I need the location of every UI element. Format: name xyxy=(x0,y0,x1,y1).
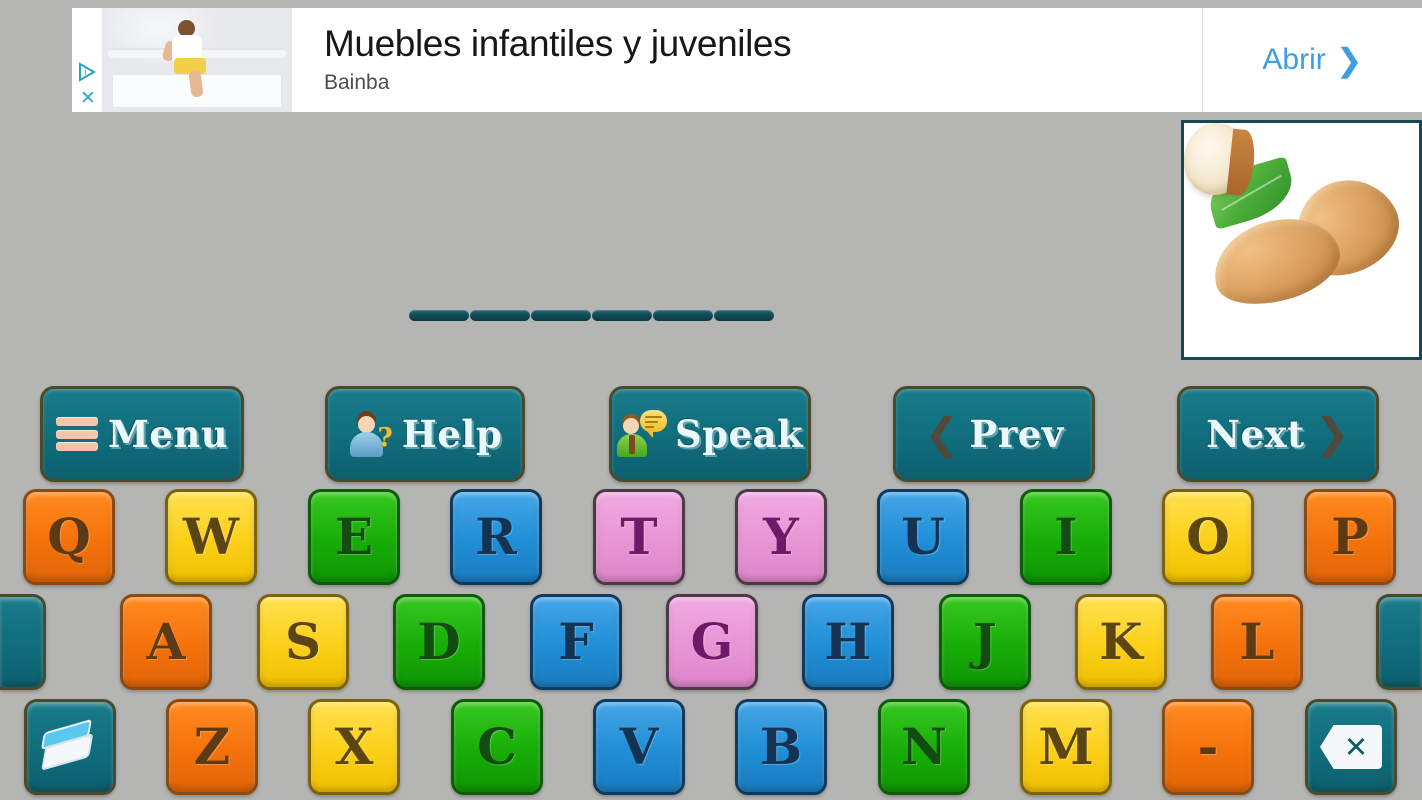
key-p[interactable]: P xyxy=(1304,489,1396,585)
letter-slot xyxy=(470,310,530,321)
key-c[interactable]: C xyxy=(451,699,543,795)
ad-cta-label: Abrir xyxy=(1262,43,1326,76)
key-k[interactable]: K xyxy=(1075,594,1167,690)
key-l[interactable]: L xyxy=(1211,594,1303,690)
key-r[interactable]: R xyxy=(450,489,542,585)
ad-advertiser: Bainba xyxy=(324,71,390,94)
edge-key-left[interactable] xyxy=(0,594,46,690)
action-button-bar: Menu ? Help Speak ❮ Prev Next ❯ xyxy=(0,386,1422,482)
key-z[interactable]: Z xyxy=(166,699,258,795)
adchoices-icon[interactable]: i xyxy=(78,62,98,82)
key-j[interactable]: J xyxy=(939,594,1031,690)
next-button-label: Next xyxy=(1206,412,1305,456)
key-v[interactable]: V xyxy=(593,699,685,795)
key-d[interactable]: D xyxy=(393,594,485,690)
speak-button[interactable]: Speak xyxy=(609,386,811,482)
keyboard-row-2: A S D F G H J K L xyxy=(0,594,1422,699)
help-button-label: Help xyxy=(401,412,503,456)
key-b[interactable]: B xyxy=(735,699,827,795)
chevron-right-icon: ❯ xyxy=(1335,42,1363,78)
on-screen-keyboard: Q W E R T Y U I O P A S D F G H J K L Z … xyxy=(0,489,1422,800)
close-icon[interactable]: ✕ xyxy=(79,89,97,108)
almond-shape-half xyxy=(1184,123,1252,199)
key-f[interactable]: F xyxy=(530,594,622,690)
eraser-key[interactable] xyxy=(24,699,116,795)
key-a[interactable]: A xyxy=(120,594,212,690)
key-n[interactable]: N xyxy=(878,699,970,795)
menu-button-label: Menu xyxy=(107,412,229,456)
letter-slot xyxy=(653,310,713,321)
puzzle-picture-card[interactable] xyxy=(1181,120,1422,360)
edge-key-right[interactable] xyxy=(1376,594,1422,690)
eraser-icon xyxy=(36,717,104,777)
menu-button[interactable]: Menu xyxy=(40,386,244,482)
person-question-icon: ? xyxy=(348,411,393,457)
ad-choices-column: i ✕ xyxy=(72,8,102,112)
key-y[interactable]: Y xyxy=(735,489,827,585)
key-q[interactable]: Q xyxy=(23,489,115,585)
ad-thumbnail[interactable] xyxy=(102,8,292,112)
key-x[interactable]: X xyxy=(308,699,400,795)
key-w[interactable]: W xyxy=(165,489,257,585)
ad-text-block: Muebles infantiles y juveniles Bainba xyxy=(292,8,1202,112)
letter-slot xyxy=(714,310,774,321)
prev-button-label: Prev xyxy=(969,412,1064,456)
prev-button[interactable]: ❮ Prev xyxy=(893,386,1095,482)
hamburger-icon xyxy=(55,417,98,451)
backspace-icon: ✕ xyxy=(1320,725,1382,769)
key-h[interactable]: H xyxy=(802,594,894,690)
key-o[interactable]: O xyxy=(1162,489,1254,585)
letter-slot xyxy=(592,310,652,321)
svg-text:i: i xyxy=(85,67,87,77)
key-i[interactable]: I xyxy=(1020,489,1112,585)
key-g[interactable]: G xyxy=(666,594,758,690)
ad-title: Muebles infantiles y juveniles xyxy=(324,23,792,64)
chevron-left-icon: ❮ xyxy=(924,409,960,458)
key-e[interactable]: E xyxy=(308,489,400,585)
speak-button-label: Speak xyxy=(674,412,804,456)
letter-slot xyxy=(409,310,469,321)
ad-cta-button[interactable]: Abrir ❯ xyxy=(1202,8,1422,112)
help-button[interactable]: ? Help xyxy=(325,386,525,482)
almonds-photo xyxy=(1184,123,1419,357)
keyboard-row-3: Z X C V B N M - ✕ xyxy=(0,699,1422,800)
backspace-key[interactable]: ✕ xyxy=(1305,699,1397,795)
key-hyphen[interactable]: - xyxy=(1162,699,1254,795)
chevron-right-icon: ❯ xyxy=(1314,409,1350,458)
key-t[interactable]: T xyxy=(593,489,685,585)
next-button[interactable]: Next ❯ xyxy=(1177,386,1379,482)
ad-banner[interactable]: i ✕ Muebles infantiles y juveniles Bainb… xyxy=(72,8,1422,112)
word-letter-slots xyxy=(409,310,774,321)
key-u[interactable]: U xyxy=(877,489,969,585)
letter-slot xyxy=(531,310,591,321)
person-speech-bubble-icon xyxy=(616,410,667,457)
key-m[interactable]: M xyxy=(1020,699,1112,795)
keyboard-row-1: Q W E R T Y U I O P xyxy=(0,489,1422,594)
key-s[interactable]: S xyxy=(257,594,349,690)
